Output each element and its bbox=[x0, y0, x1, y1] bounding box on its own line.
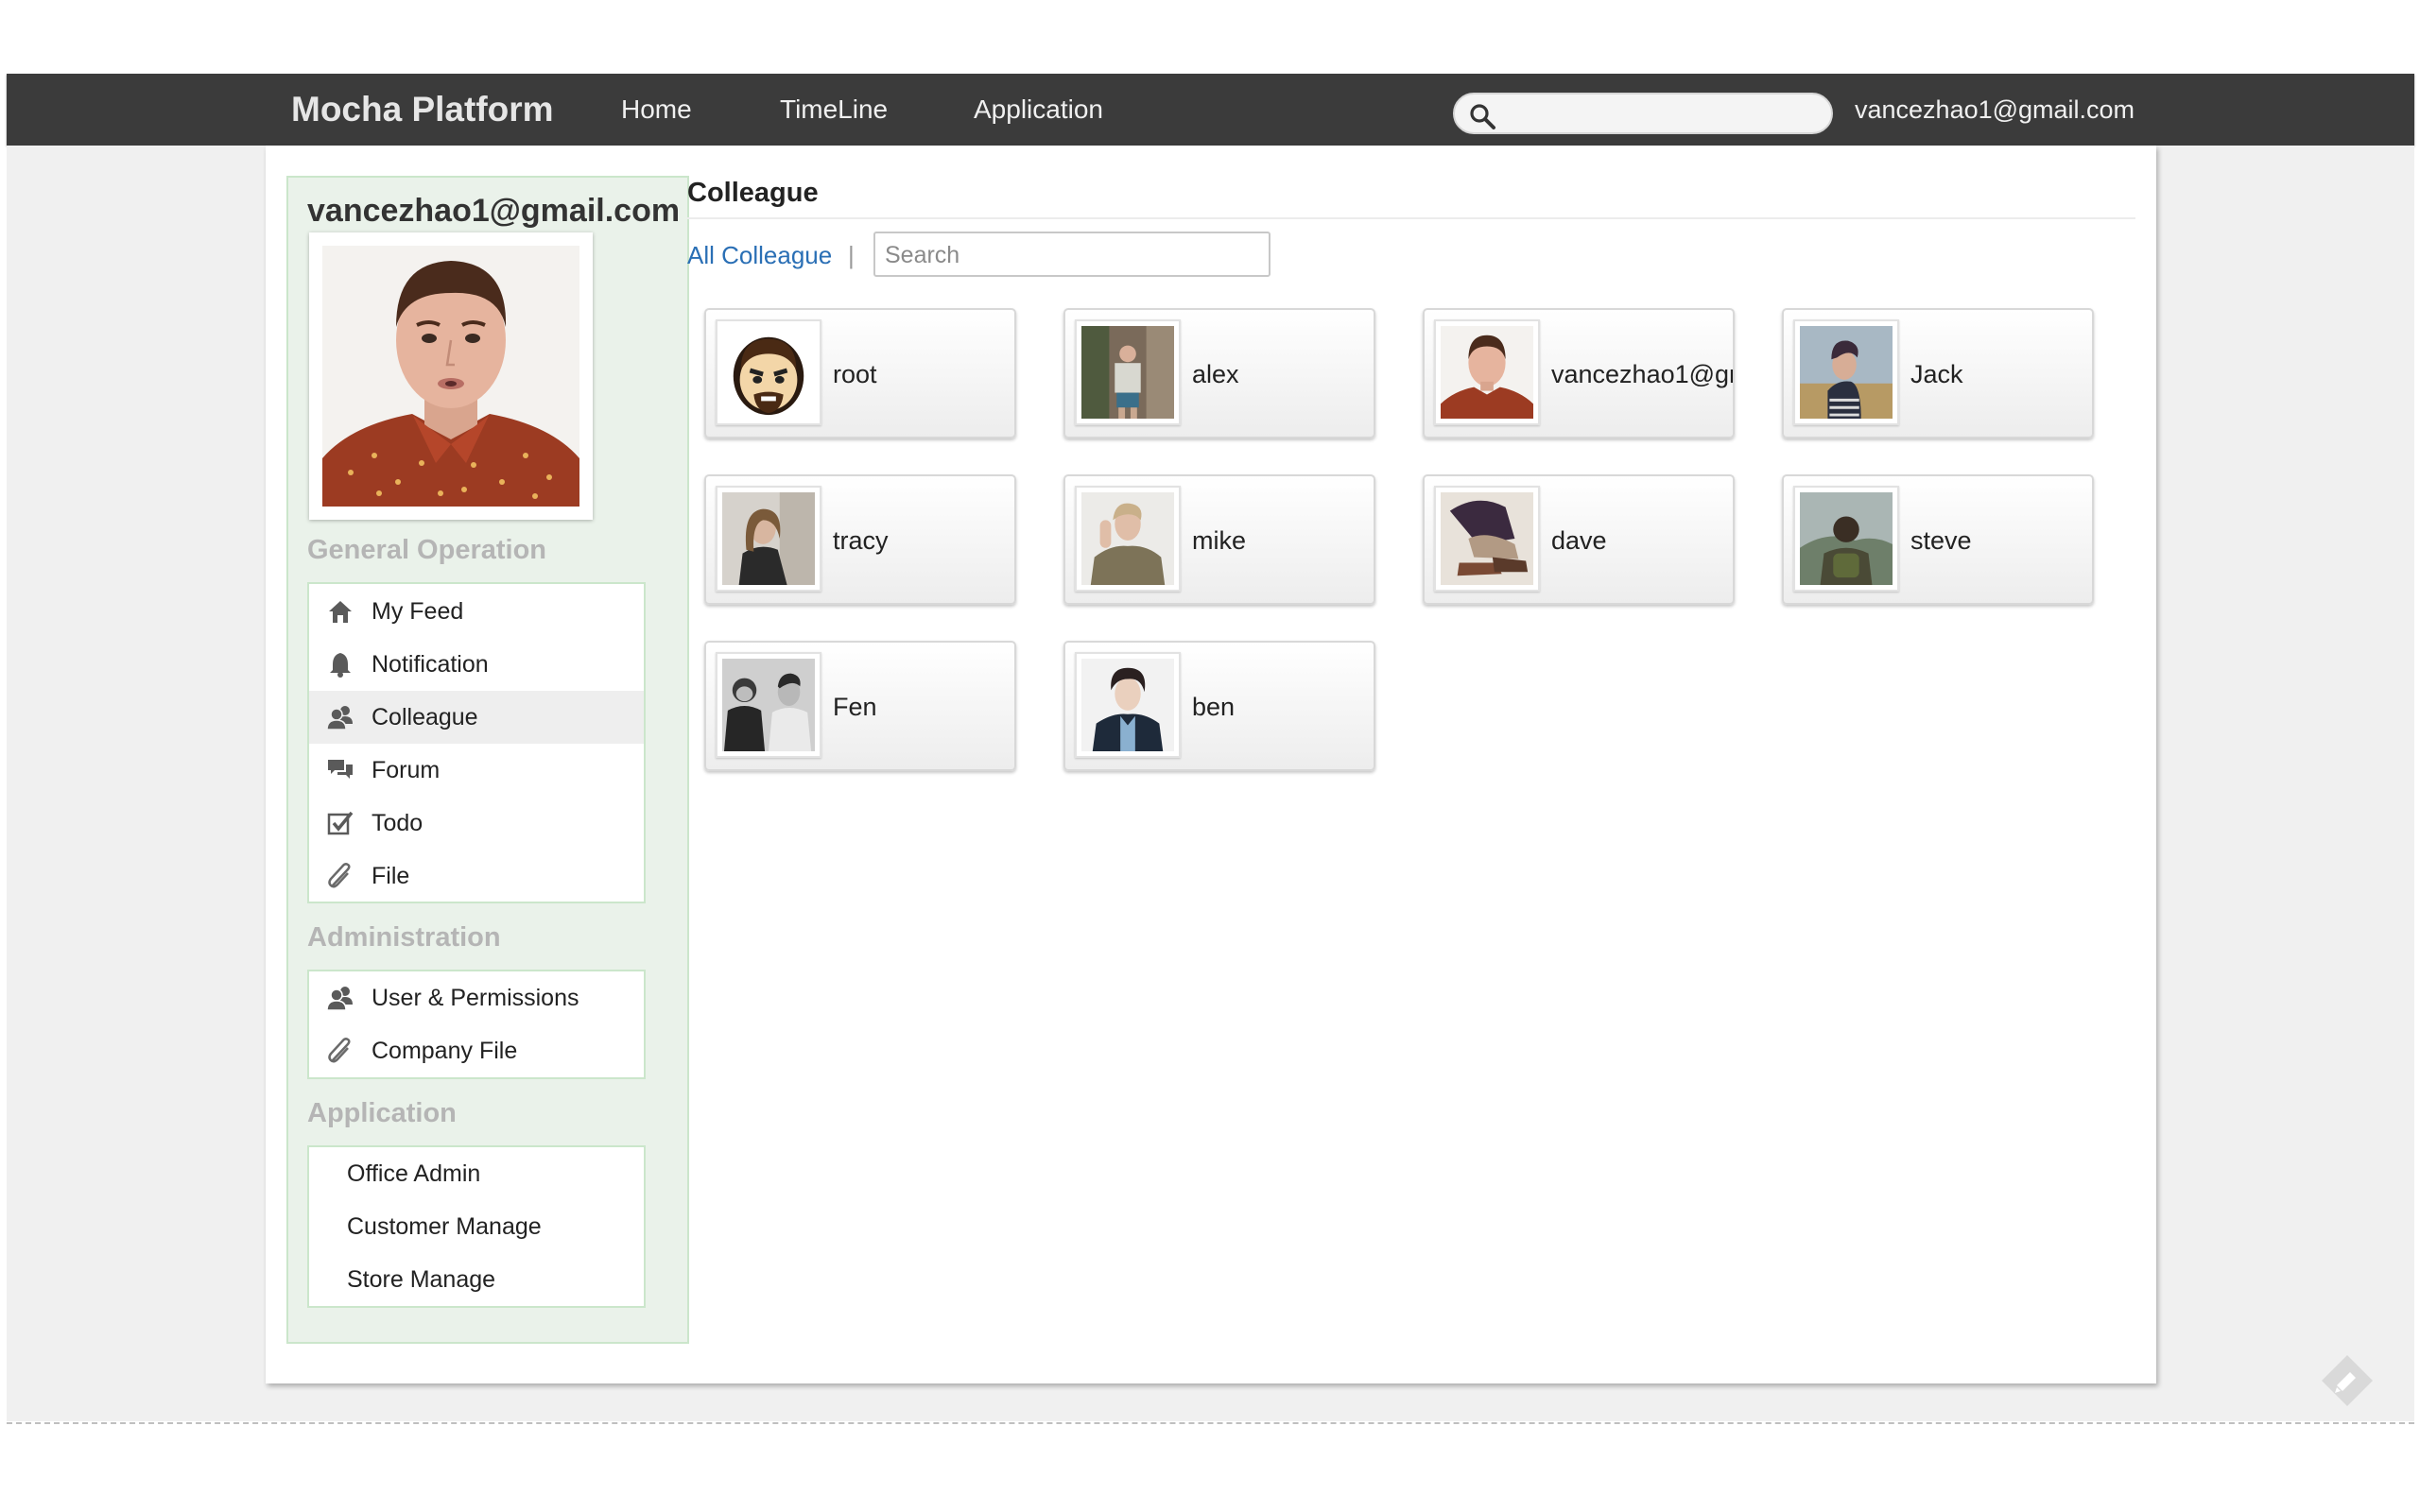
avatar bbox=[1434, 319, 1540, 425]
nav-application[interactable]: Application bbox=[974, 74, 1103, 146]
menu-general: My Feed Notification Colleague Forum Tod… bbox=[307, 582, 646, 903]
colleague-name: dave bbox=[1551, 526, 1607, 555]
avatar bbox=[1434, 486, 1540, 592]
users-icon bbox=[326, 706, 353, 730]
colleague-card-fen[interactable]: Fen bbox=[704, 641, 1016, 771]
colleague-search-box bbox=[873, 232, 1270, 277]
main-panel: vancezhao1@gmail.com General Operation M… bbox=[266, 146, 2156, 1383]
profile-avatar[interactable] bbox=[309, 232, 593, 520]
sidebar-item-company-file[interactable]: Company File bbox=[309, 1024, 644, 1077]
profile-photo-image bbox=[322, 246, 579, 507]
colleague-card-alex[interactable]: alex bbox=[1063, 308, 1375, 438]
sidebar-item-label: Store Manage bbox=[347, 1266, 496, 1293]
sidebar-item-forum[interactable]: Forum bbox=[309, 744, 644, 797]
paperclip-icon bbox=[328, 863, 351, 888]
vancezhao1-photo bbox=[1441, 326, 1533, 419]
sidebar-item-store-manage[interactable]: Store Manage bbox=[309, 1253, 644, 1306]
sidebar-item-label: Customer Manage bbox=[347, 1213, 542, 1240]
sidebar-item-user-permissions[interactable]: User & Permissions bbox=[309, 971, 644, 1024]
global-search bbox=[1453, 93, 1833, 134]
tracy-photo bbox=[722, 492, 815, 585]
checkbox-icon bbox=[327, 811, 354, 835]
sidebar: vancezhao1@gmail.com General Operation M… bbox=[286, 176, 689, 1344]
sidebar-item-colleague[interactable]: Colleague bbox=[309, 691, 644, 744]
section-title-application: Application bbox=[307, 1098, 457, 1128]
sidebar-item-label: File bbox=[372, 863, 410, 889]
sidebar-item-label: Office Admin bbox=[347, 1160, 481, 1187]
menu-application: Office Admin Customer Manage Store Manag… bbox=[307, 1145, 646, 1308]
colleague-name: ben bbox=[1192, 693, 1236, 721]
profile-username[interactable]: vancezhao1@gmail.com bbox=[307, 193, 680, 230]
title-divider bbox=[687, 217, 2135, 219]
colleague-card-root[interactable]: root bbox=[704, 308, 1016, 438]
search-icon[interactable] bbox=[1468, 102, 1496, 130]
colleague-name: root bbox=[833, 360, 877, 388]
sidebar-item-file[interactable]: File bbox=[309, 850, 644, 902]
colleague-name: vancezhao1@gmail.com bbox=[1551, 360, 1733, 388]
sidebar-item-notification[interactable]: Notification bbox=[309, 638, 644, 691]
current-user-link[interactable]: vancezhao1@gmail.com bbox=[1855, 74, 2135, 146]
avatar bbox=[1793, 486, 1899, 592]
sidebar-item-todo[interactable]: Todo bbox=[309, 797, 644, 850]
filter-separator: | bbox=[848, 241, 855, 269]
avatar bbox=[716, 319, 821, 425]
bell-icon bbox=[330, 653, 351, 678]
steve-photo bbox=[1800, 492, 1893, 585]
jack-photo bbox=[1800, 326, 1893, 419]
colleague-card-dave[interactable]: dave bbox=[1423, 474, 1735, 605]
menu-administration: User & Permissions Company File bbox=[307, 970, 646, 1079]
sidebar-item-label: Notification bbox=[372, 651, 489, 678]
mike-photo bbox=[1081, 492, 1174, 585]
page-title: Colleague bbox=[687, 178, 819, 208]
sidebar-item-label: Colleague bbox=[372, 704, 478, 730]
colleague-card-ben[interactable]: ben bbox=[1063, 641, 1375, 771]
sidebar-item-my-feed[interactable]: My Feed bbox=[309, 585, 644, 638]
home-icon bbox=[329, 601, 352, 623]
global-search-input[interactable] bbox=[1504, 98, 1820, 130]
chat-icon bbox=[328, 760, 353, 779]
colleague-name: tracy bbox=[833, 526, 889, 555]
app-window: Mocha Platform Home TimeLine Application… bbox=[0, 0, 2420, 1512]
avatar bbox=[1075, 486, 1181, 592]
sidebar-item-label: My Feed bbox=[372, 598, 464, 625]
cartoon-face-avatar bbox=[722, 326, 815, 419]
section-title-general: General Operation bbox=[307, 535, 547, 565]
sidebar-item-label: Todo bbox=[372, 810, 424, 836]
sidebar-item-label: User & Permissions bbox=[372, 985, 579, 1011]
colleague-name: steve bbox=[1910, 526, 1972, 555]
colleague-name: alex bbox=[1192, 360, 1239, 388]
avatar bbox=[716, 652, 821, 758]
colleague-search-input[interactable] bbox=[883, 239, 1265, 271]
sidebar-item-label: Company File bbox=[372, 1038, 518, 1064]
avatar bbox=[716, 486, 821, 592]
footer-divider bbox=[7, 1422, 2414, 1424]
avatar bbox=[1075, 319, 1181, 425]
nav-timeline[interactable]: TimeLine bbox=[780, 74, 888, 146]
fen-photo bbox=[722, 659, 815, 751]
colleague-card-vancezhao1[interactable]: vancezhao1@gmail.com bbox=[1423, 308, 1735, 438]
colleague-name: Jack bbox=[1910, 360, 1963, 388]
colleague-name: mike bbox=[1192, 526, 1247, 555]
feedback-badge-icon[interactable] bbox=[2318, 1351, 2377, 1410]
nav-home[interactable]: Home bbox=[621, 74, 692, 146]
colleague-card-steve[interactable]: steve bbox=[1782, 474, 2094, 605]
paperclip-icon bbox=[328, 1038, 351, 1063]
all-colleague-link[interactable]: All Colleague bbox=[687, 236, 832, 274]
sidebar-item-label: Forum bbox=[372, 757, 441, 783]
brand-logo[interactable]: Mocha Platform bbox=[291, 74, 554, 146]
ben-photo bbox=[1081, 659, 1174, 751]
colleague-name: Fen bbox=[833, 693, 877, 721]
avatar bbox=[1075, 652, 1181, 758]
colleague-card-jack[interactable]: Jack bbox=[1782, 308, 2094, 438]
colleague-card-tracy[interactable]: tracy bbox=[704, 474, 1016, 605]
top-navbar: Mocha Platform Home TimeLine Application… bbox=[7, 74, 2414, 146]
dave-photo bbox=[1441, 492, 1533, 585]
avatar bbox=[1793, 319, 1899, 425]
users-icon bbox=[326, 987, 353, 1011]
alex-photo bbox=[1081, 326, 1174, 419]
sidebar-item-office-admin[interactable]: Office Admin bbox=[309, 1147, 644, 1200]
colleague-card-mike[interactable]: mike bbox=[1063, 474, 1375, 605]
sidebar-item-customer-manage[interactable]: Customer Manage bbox=[309, 1200, 644, 1253]
section-title-administration: Administration bbox=[307, 922, 501, 953]
